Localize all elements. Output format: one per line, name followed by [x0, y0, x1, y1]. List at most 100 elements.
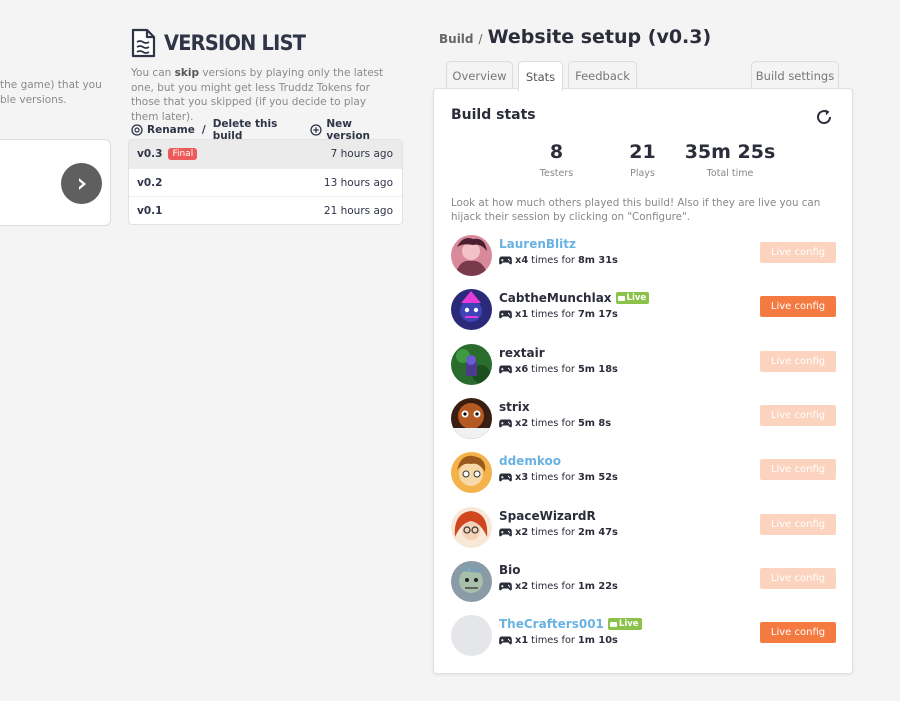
live-config-button[interactable]: Live config	[760, 350, 836, 372]
rename-label: Rename	[147, 124, 195, 136]
version-row[interactable]: v0.2 13 hours ago	[129, 168, 402, 196]
plays-label: Plays	[630, 168, 655, 179]
tab-overview[interactable]: Overview	[446, 61, 513, 90]
play-time: 1m 10s	[577, 635, 618, 647]
testers-count: 8	[549, 141, 564, 163]
version-table: v0.3 Final 7 hours ago v0.2 13 hours ago…	[128, 139, 403, 225]
testers-label: Testers	[539, 168, 574, 179]
stats-description: Look at how much others played this buil…	[451, 197, 821, 223]
player-row: SpaceWizardR x2 times for 2m 47s Live config	[451, 506, 836, 551]
player-name[interactable]: LaurenBlitz	[499, 237, 576, 251]
version-list-title: VERSION LIST	[164, 31, 306, 55]
live-config-button[interactable]: Live config	[760, 567, 836, 589]
breadcrumb: Build / Website setup (v0.3)	[439, 26, 711, 48]
version-time: 13 hours ago	[323, 176, 393, 189]
play-time: 5m 18s	[577, 363, 618, 375]
play-count: x3	[515, 472, 529, 484]
live-config-button[interactable]: Live config	[760, 404, 836, 426]
live-config-button[interactable]: Live config	[760, 459, 836, 481]
tab-feedback[interactable]: Feedback	[568, 61, 637, 90]
player-name-text: strix	[499, 399, 530, 414]
desc-text: You can	[131, 67, 175, 79]
avatar	[451, 397, 492, 439]
play-count: x1	[515, 635, 529, 647]
gamepad-icon	[499, 256, 512, 265]
avatar	[451, 289, 492, 331]
next-button[interactable]	[61, 163, 102, 204]
times-for-label: times for	[531, 417, 575, 429]
player-name[interactable]: TheCrafters001 Live	[499, 617, 642, 631]
player-row: ddemkoo x3 times for 3m 52s Live config	[451, 452, 836, 496]
times-for-label: times for	[531, 255, 575, 266]
live-config-button[interactable]: Live config	[760, 296, 836, 318]
document-icon	[131, 28, 156, 58]
avatar	[451, 452, 492, 494]
play-time: 8m 31s	[577, 255, 618, 266]
player-name: Bio	[499, 563, 521, 577]
play-summary: x3 times for 3m 52s	[499, 472, 618, 483]
live-config-button[interactable]: Live config	[760, 242, 836, 263]
rename-button[interactable]: Rename	[131, 124, 195, 136]
times-for-label: times for	[531, 635, 575, 647]
play-count: x2	[515, 417, 529, 429]
left-desc-line2: ble versions.	[0, 94, 67, 106]
play-summary: x4 times for 8m 31s	[499, 255, 618, 266]
stat-testers: 8 Testers	[534, 141, 579, 179]
stat-total-time: 35m 25s Total time	[680, 141, 780, 179]
avatar	[451, 235, 492, 276]
play-time: 1m 22s	[577, 580, 618, 592]
play-summary: x1 times for 1m 10s	[499, 635, 618, 646]
play-time: 2m 47s	[577, 526, 618, 538]
breadcrumb-separator: /	[478, 32, 483, 46]
camera-icon	[617, 295, 625, 301]
play-count: x2	[515, 526, 529, 538]
times-for-label: times for	[531, 580, 575, 592]
total-time-label: Total time	[706, 168, 754, 179]
player-name-text: TheCrafters001	[499, 617, 604, 632]
tab-build-settings[interactable]: Build settings	[751, 61, 839, 90]
player-name-text: Bio	[499, 562, 521, 577]
live-config-button[interactable]: Live config	[760, 513, 836, 535]
build-stats-panel: Build stats 8 Testers 21 Plays 35m 25s T…	[433, 88, 853, 674]
version-row[interactable]: v0.3 Final 7 hours ago	[129, 140, 402, 168]
breadcrumb-build[interactable]: Build	[439, 32, 474, 46]
times-for-label: times for	[531, 309, 575, 321]
play-count: x1	[515, 309, 529, 321]
gamepad-icon	[499, 310, 512, 319]
player-row: strix x2 times for 5m 8s Live config	[451, 397, 836, 442]
refresh-icon[interactable]	[814, 107, 834, 127]
player-name-text: LaurenBlitz	[499, 237, 576, 251]
player-name-text: SpaceWizardR	[499, 508, 596, 523]
avatar	[451, 560, 492, 602]
player-row: LaurenBlitz x4 times for 8m 31s Live config	[451, 235, 836, 279]
player-name[interactable]: ddemkoo	[499, 454, 561, 468]
player-name: strix	[499, 400, 530, 414]
version-name: v0.2	[137, 176, 163, 189]
live-config-button[interactable]: Live config	[760, 622, 836, 644]
play-summary: x2 times for 1m 22s	[499, 581, 618, 592]
play-time: 7m 17s	[577, 309, 618, 321]
avatar	[451, 343, 492, 385]
version-time: 21 hours ago	[323, 204, 393, 217]
avatar	[451, 615, 492, 657]
times-for-label: times for	[531, 472, 575, 484]
page-title: Website setup (v0.3)	[487, 26, 712, 48]
player-row: Bio x2 times for 1m 22s Live config	[451, 560, 836, 605]
play-time: 3m 52s	[577, 472, 618, 484]
plus-circle-icon	[310, 124, 322, 136]
action-separator: /	[201, 124, 206, 136]
camera-icon	[609, 621, 617, 627]
player-name: CabtheMunchlax Live	[499, 291, 650, 305]
stat-plays: 21 Plays	[620, 141, 665, 179]
tab-stats[interactable]: Stats	[518, 61, 563, 91]
times-for-label: times for	[531, 526, 575, 538]
times-for-label: times for	[531, 363, 575, 375]
play-count: x6	[515, 363, 529, 375]
version-time: 7 hours ago	[330, 148, 393, 160]
play-count: x2	[515, 580, 529, 592]
live-badge: Live	[615, 292, 650, 305]
play-time: 5m 8s	[577, 417, 612, 429]
play-count: x4	[515, 255, 529, 266]
play-summary: x2 times for 2m 47s	[499, 527, 618, 538]
version-row[interactable]: v0.1 21 hours ago	[129, 196, 402, 224]
